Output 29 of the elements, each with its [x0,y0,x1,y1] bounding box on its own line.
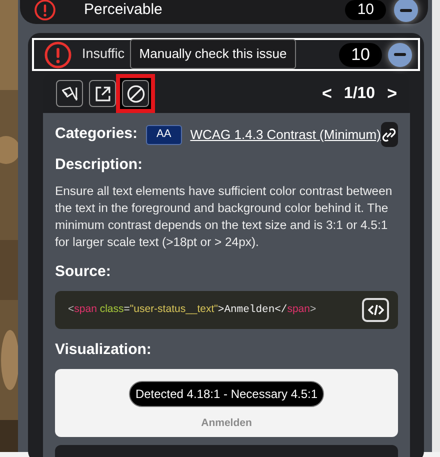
description-text: Ensure all text elements have sufficient color contrast between the text in the foreground and background color behind it. The minimum contrast depends on the text size and is 3:1 or 4.5:1 for larger scale text (>18pt or > 24px). [55,182,394,251]
section-label: Categories: [55,124,138,144]
alert-icon [34,0,56,21]
link-button[interactable] [380,122,398,148]
prohibited-icon [124,82,146,104]
criterion-link[interactable]: WCAG 1.4.3 Contrast (Minimum) [190,124,381,144]
link-icon [381,126,398,143]
section-label: Source: [55,262,112,282]
level-badge: AA [146,124,182,145]
tooltip: Manually check this issue [130,39,296,69]
issue-count: 10 [345,0,386,20]
external-link-button[interactable] [89,80,116,107]
highlighter-button[interactable] [56,80,83,107]
issue-title: Insuffic [82,45,125,64]
section-label: Visualization: [55,340,152,360]
collapse-button[interactable] [394,0,418,22]
next-button[interactable]: > [385,80,399,106]
code-icon [368,304,384,316]
code-button[interactable] [362,298,389,322]
category-header[interactable]: Perceivable 10 [20,0,428,24]
section-label: Description: [55,155,144,176]
sample-text: Anmelden [201,416,252,431]
alert-icon [44,40,72,68]
prohibited-button[interactable] [122,80,149,107]
category-title: Perceivable [84,0,164,20]
contrast-result: Detected 4.18:1 - Necessary 4.5:1 [129,380,324,407]
page-indicator: 1/10 [342,84,376,104]
previous-button[interactable]: < [320,80,334,106]
source-code: <span class="user-status__text">Anmelden</span> [68,302,318,318]
